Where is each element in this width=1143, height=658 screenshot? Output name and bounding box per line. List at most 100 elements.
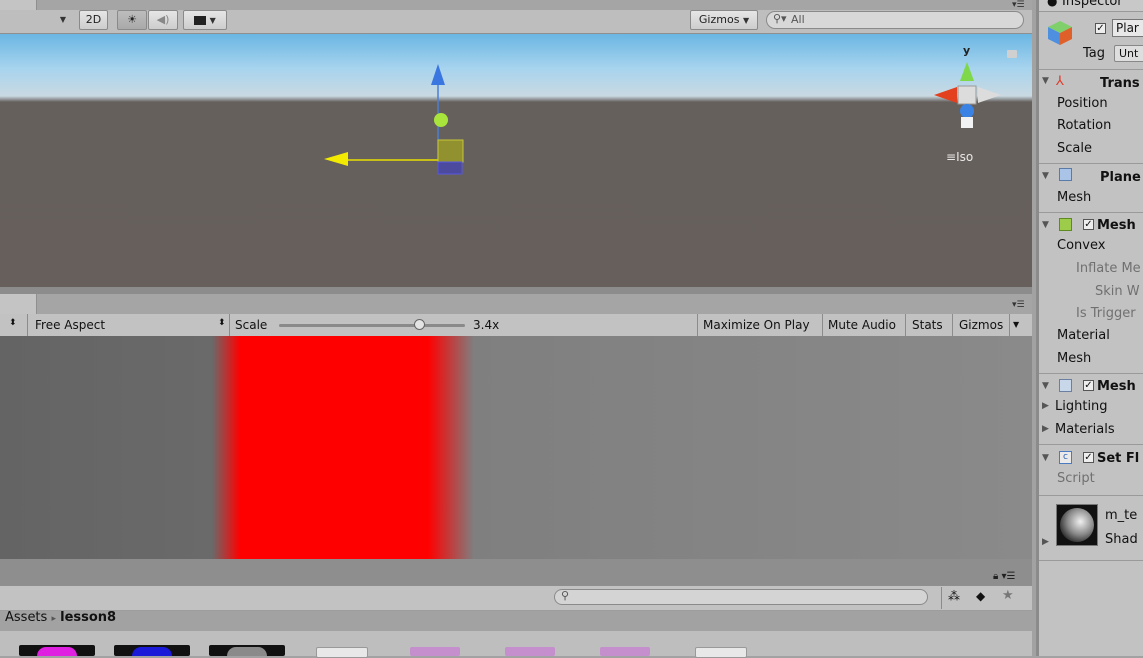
scene-game-divider[interactable] — [0, 287, 1032, 294]
asset-thumbnail[interactable] — [410, 647, 460, 656]
tag-dropdown[interactable]: Unt — [1114, 45, 1143, 62]
mesh-renderer-enabled-checkbox[interactable]: ✓ — [1083, 380, 1094, 391]
asset-thumbnail[interactable] — [695, 647, 747, 658]
rotation-label: Rotation — [1057, 118, 1112, 133]
foldout-arrow-icon[interactable]: ▼ — [1042, 76, 1049, 86]
search-icon: ⚲ — [561, 589, 570, 602]
panel-menu-icon[interactable]: ▾☰ — [1002, 571, 1016, 582]
game-tab[interactable] — [0, 294, 37, 314]
active-checkbox[interactable]: ✓ — [1095, 23, 1106, 34]
script-enabled-checkbox[interactable]: ✓ — [1083, 452, 1094, 463]
gizmo-z-cone[interactable] — [960, 104, 974, 118]
scene-gizmos-dropdown[interactable]: Gizmos ▼ — [690, 10, 758, 30]
move-gizmo[interactable] — [324, 64, 464, 175]
mesh-filter-mesh-label: Mesh — [1057, 190, 1092, 205]
lighting-toggle-button[interactable]: ☀ — [117, 10, 147, 30]
foldout-arrow-icon[interactable]: ▶ — [1042, 401, 1049, 411]
mesh-renderer-header[interactable]: Mesh — [1097, 379, 1136, 394]
draw-mode-dropdown[interactable]: ▼ — [52, 10, 74, 30]
breadcrumb-current[interactable]: lesson8 — [60, 610, 116, 625]
scale-slider-thumb[interactable] — [413, 319, 425, 330]
foldout-arrow-icon[interactable]: ▶ — [1042, 424, 1049, 434]
y-axis-arrow[interactable] — [431, 64, 445, 85]
gizmo-neg-x-cone[interactable] — [978, 87, 1001, 103]
foldout-arrow-icon[interactable]: ▼ — [1042, 220, 1049, 230]
shader-label: Shad — [1105, 532, 1138, 547]
gizmo-y-cone[interactable] — [960, 62, 974, 81]
display-selector-icon[interactable]: ⬍ — [9, 318, 17, 328]
2d-label: 2D — [85, 13, 102, 26]
aspect-chevron-icon[interactable]: ⬍ — [218, 318, 226, 328]
divider — [941, 587, 942, 609]
menu-lines-icon: ≡ — [946, 150, 957, 164]
divider — [1039, 495, 1143, 496]
foldout-arrow-icon[interactable]: ▼ — [1042, 381, 1049, 391]
gizmo-x-cone[interactable] — [934, 87, 957, 103]
game-gizmos-toggle[interactable]: Gizmos — [959, 318, 1003, 332]
lighting-foldout[interactable]: Lighting — [1055, 399, 1108, 414]
plane-handle-blue[interactable] — [437, 161, 463, 175]
mute-audio-toggle[interactable]: Mute Audio — [828, 318, 896, 332]
convex-label: Convex — [1057, 238, 1106, 253]
foldout-arrow-icon[interactable]: ▼ — [1042, 171, 1049, 181]
effects-dropdown-button[interactable]: ▼ — [183, 10, 227, 30]
chevron-down-icon: ▼ — [209, 16, 216, 25]
speaker-icon: ◀) — [156, 13, 170, 26]
chevron-down-icon: ▼ — [59, 15, 67, 24]
project-toolbar: ⚲ ⁂ ◆ ★ — [0, 585, 1032, 611]
audio-toggle-button[interactable]: ◀) — [148, 10, 178, 30]
breadcrumb-assets[interactable]: Assets — [5, 610, 47, 625]
divider — [822, 314, 823, 336]
asset-thumbnail[interactable] — [114, 645, 190, 656]
mesh-filter-header[interactable]: Plane — [1100, 170, 1141, 185]
gizmo-y-label: y — [963, 44, 971, 57]
collider-mesh-label: Mesh — [1057, 351, 1092, 366]
gameobject-cube-icon — [1047, 20, 1073, 46]
transform-header[interactable]: Trans — [1100, 76, 1140, 91]
script-header[interactable]: Set Fl — [1097, 451, 1139, 466]
lock-icon[interactable]: 🔒︎ — [993, 571, 998, 582]
asset-thumbnail[interactable] — [209, 645, 285, 656]
project-search-input[interactable]: ⚲ — [554, 589, 928, 605]
game-tab-strip: ▾☰ — [0, 294, 1032, 314]
mesh-collider-header[interactable]: Mesh — [1097, 218, 1136, 233]
scene-tab[interactable] — [0, 0, 37, 10]
aspect-dropdown[interactable]: Free Aspect — [35, 318, 105, 332]
game-project-divider[interactable] — [0, 559, 1032, 585]
orientation-gizmo[interactable] — [934, 50, 1017, 128]
asset-thumbnail[interactable] — [316, 647, 368, 658]
materials-foldout[interactable]: Materials — [1055, 422, 1115, 437]
asset-thumbnail[interactable] — [600, 647, 650, 656]
favorites-star-icon[interactable]: ★ — [1002, 588, 1014, 603]
filter-by-label-icon[interactable]: ◆ — [976, 589, 985, 603]
material-preview[interactable] — [1056, 504, 1098, 546]
gizmo-neg-y-cone[interactable] — [961, 117, 973, 128]
game-toolbar: ⬍ Free Aspect ⬍ Scale 3.4x Maximize On P… — [0, 314, 1032, 337]
mesh-collider-icon — [1059, 218, 1072, 231]
projection-toggle[interactable]: ≡Iso — [946, 150, 973, 164]
scene-search-input[interactable]: ⚲▾ All — [766, 11, 1024, 29]
maximize-on-play-toggle[interactable]: Maximize On Play — [703, 318, 810, 332]
game-viewport[interactable] — [0, 336, 1032, 559]
divider — [1009, 314, 1010, 336]
panel-menu-icon[interactable]: ▾☰ — [1012, 300, 1025, 310]
asset-thumbnail[interactable] — [19, 645, 95, 656]
asset-thumbnail[interactable] — [505, 647, 555, 656]
mesh-collider-enabled-checkbox[interactable]: ✓ — [1083, 219, 1094, 230]
foldout-arrow-icon[interactable]: ▶ — [1042, 537, 1049, 547]
inspector-tab[interactable]: ● Inspector — [1039, 0, 1143, 12]
lock-icon[interactable] — [1007, 50, 1017, 58]
x-axis-arrow[interactable] — [324, 152, 348, 166]
filter-by-type-icon[interactable]: ⁂ — [948, 589, 960, 603]
z-axis-handle[interactable] — [434, 113, 448, 127]
plane-handle[interactable] — [437, 139, 464, 163]
stats-toggle[interactable]: Stats — [912, 318, 943, 332]
object-name-field[interactable]: Plar — [1112, 19, 1143, 37]
scale-slider-track[interactable] — [279, 319, 465, 330]
panel-menu-icon[interactable]: ▾☰ — [1012, 0, 1025, 10]
chevron-down-icon[interactable]: ▼ — [1013, 320, 1019, 329]
2d-toggle-button[interactable]: 2D — [79, 10, 108, 30]
gizmo-center-cube[interactable] — [957, 85, 977, 105]
foldout-arrow-icon[interactable]: ▼ — [1042, 453, 1049, 463]
scene-viewport[interactable]: y ≡Iso — [0, 34, 1032, 287]
